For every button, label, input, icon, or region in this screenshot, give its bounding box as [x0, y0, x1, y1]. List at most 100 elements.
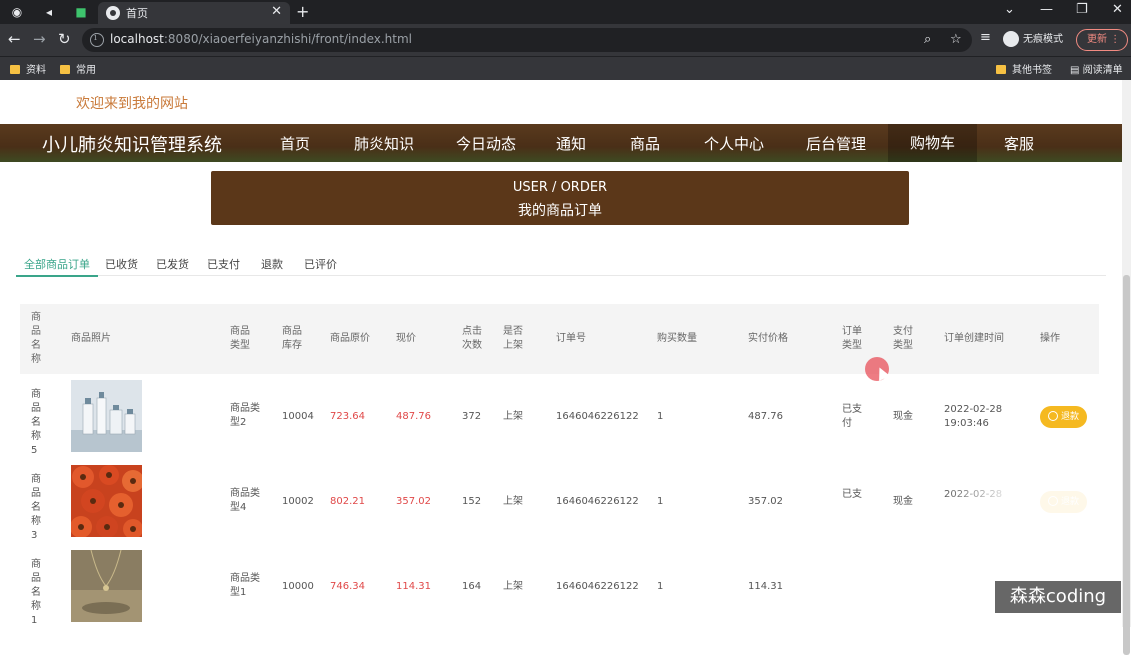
folder-icon: [60, 65, 70, 74]
product-photo[interactable]: [71, 465, 142, 537]
bookmarks-bar: 资料 常用 其他书签 ▤ 阅读清单: [0, 56, 1131, 80]
other-bookmarks[interactable]: 其他书签: [996, 61, 1052, 76]
url-input[interactable]: localhost:8080/xiaoerfeiyanzhishi/front/…: [82, 28, 972, 52]
tab-title: 首页: [126, 7, 148, 20]
site-info-icon[interactable]: [90, 33, 104, 47]
site-title: 小儿肺炎知识管理系统: [42, 135, 222, 156]
address-bar-row: ← → ↻ localhost:8080/xiaoerfeiyanzhishi/…: [0, 24, 1131, 56]
cell-clicks: 372: [462, 411, 482, 422]
nav-products[interactable]: 商品: [630, 133, 660, 154]
tab-shipped[interactable]: 已发货: [156, 256, 189, 272]
cell-type: 商品类型4: [230, 488, 260, 513]
cell-name: 商品名称5: [31, 389, 41, 456]
cell-quantity: 1: [657, 496, 664, 507]
cell-order-type: 已支付: [842, 404, 862, 429]
tab-received[interactable]: 已收货: [105, 256, 138, 272]
nav-today-news[interactable]: 今日动态: [456, 133, 516, 154]
folder-icon: [996, 65, 1006, 74]
cell-stock: 10000: [282, 581, 314, 592]
cell-pay-type: 现金: [893, 496, 913, 507]
nav-customer-service[interactable]: 客服: [1004, 133, 1034, 154]
cell-created: 2022-02-28 19:03:46: [944, 404, 1003, 429]
cell-paid: 357.02: [748, 496, 783, 507]
page-title: 我的商品订单: [518, 203, 602, 219]
th-on-sale: 是否上架: [503, 326, 523, 351]
bookmark-folder[interactable]: 资料: [10, 61, 46, 76]
nav-pneumonia-knowledge[interactable]: 肺炎知识: [354, 133, 414, 154]
product-photo[interactable]: [71, 380, 142, 452]
tab-refund[interactable]: 退款: [261, 256, 283, 272]
mute-icon[interactable]: ◂: [40, 3, 58, 21]
nav-personal-center[interactable]: 个人中心: [704, 133, 764, 154]
th-order-type: 订单类型: [842, 326, 862, 351]
cell-on-sale: 上架: [503, 411, 523, 422]
reading-list-icon[interactable]: ≡: [980, 30, 991, 45]
cell-name: 商品名称3: [31, 474, 41, 541]
cell-type: 商品类型2: [230, 403, 260, 428]
th-original-price: 商品原价: [330, 333, 370, 344]
cell-price: 114.31: [396, 581, 431, 592]
cell-quantity: 1: [657, 581, 664, 592]
scrollbar-thumb[interactable]: [1123, 275, 1130, 655]
bookmark-folder[interactable]: 常用: [60, 61, 96, 76]
cell-order-no: 1646046226122: [556, 411, 639, 422]
cell-original-price: 746.34: [330, 581, 365, 592]
tab-reviewed[interactable]: 已评价: [304, 256, 337, 272]
th-type: 商品类型: [230, 326, 250, 351]
reload-icon[interactable]: ↻: [58, 30, 71, 48]
product-photo[interactable]: [71, 550, 142, 622]
cell-name: 商品名称1: [31, 559, 41, 626]
th-quantity: 购买数量: [657, 333, 697, 344]
page-scrollbar[interactable]: [1122, 80, 1131, 655]
update-button[interactable]: 更新 ⋮: [1076, 29, 1128, 51]
tab-search-icon[interactable]: ⌄: [1004, 2, 1015, 17]
cell-pay-type: 现金: [893, 411, 913, 422]
cell-stock: 10004: [282, 411, 314, 422]
zoom-icon[interactable]: ⌕: [924, 32, 931, 47]
cell-order-type: 已支: [842, 489, 862, 500]
cell-price: 487.76: [396, 411, 431, 422]
nav-notice[interactable]: 通知: [556, 133, 586, 154]
back-icon[interactable]: ←: [8, 30, 21, 48]
forward-icon[interactable]: →: [33, 30, 46, 48]
browser-tab-strip: ◉ ◂ ■ 首页 ✕ + ⌄ — ❐ ✕: [0, 0, 1131, 24]
incognito-indicator[interactable]: 无痕模式: [1003, 30, 1063, 47]
close-window-icon[interactable]: ✕: [1112, 2, 1123, 17]
cell-clicks: 164: [462, 581, 482, 592]
page-banner: USER / ORDER 我的商品订单: [211, 171, 909, 225]
reading-list-icon: ▤: [1070, 65, 1083, 76]
url-text: localhost:8080/xiaoerfeiyanzhishi/front/…: [110, 32, 412, 46]
close-tab-icon[interactable]: ✕: [271, 4, 282, 19]
incognito-icon: [1003, 31, 1019, 47]
site-header: 小儿肺炎知识管理系统 首页 肺炎知识 今日动态 通知 商品 个人中心 后台管理 …: [0, 124, 1131, 162]
refund-icon: [1047, 411, 1058, 421]
nav-home[interactable]: 首页: [280, 133, 310, 154]
welcome-text: 欢迎来到我的网站: [76, 96, 188, 112]
folder-icon: [10, 65, 20, 74]
browser-tab[interactable]: 首页 ✕: [98, 2, 290, 24]
th-stock: 商品库存: [282, 326, 302, 351]
cell-order-no: 1646046226122: [556, 581, 639, 592]
cell-on-sale: 上架: [503, 581, 523, 592]
cell-paid: 487.76: [748, 411, 783, 422]
cell-order-no: 1646046226122: [556, 496, 639, 507]
bookmark-star-icon[interactable]: ☆: [950, 32, 962, 47]
banner-subtitle: USER / ORDER: [512, 180, 608, 195]
cell-type: 商品类型1: [230, 573, 260, 598]
tab-all-orders[interactable]: 全部商品订单: [16, 256, 98, 277]
th-pay-type: 支付类型: [893, 326, 913, 351]
new-tab-icon[interactable]: +: [296, 2, 309, 21]
th-order-no: 订单号: [556, 333, 586, 344]
watermark: 森森coding: [995, 581, 1121, 613]
app-icon[interactable]: ■: [72, 3, 90, 21]
tab-paid[interactable]: 已支付: [207, 256, 240, 272]
cell-original-price: 802.21: [330, 496, 365, 507]
nav-admin[interactable]: 后台管理: [806, 133, 866, 154]
maximize-icon[interactable]: ❐: [1076, 2, 1088, 17]
th-name: 商品名称: [31, 312, 41, 365]
minimize-icon[interactable]: —: [1040, 2, 1053, 17]
nav-cart[interactable]: 购物车: [888, 124, 978, 162]
reading-list[interactable]: ▤ 阅读清单: [1070, 61, 1123, 76]
refund-button[interactable]: 退款: [1040, 406, 1087, 428]
browser-menu-icon[interactable]: ◉: [8, 3, 26, 21]
